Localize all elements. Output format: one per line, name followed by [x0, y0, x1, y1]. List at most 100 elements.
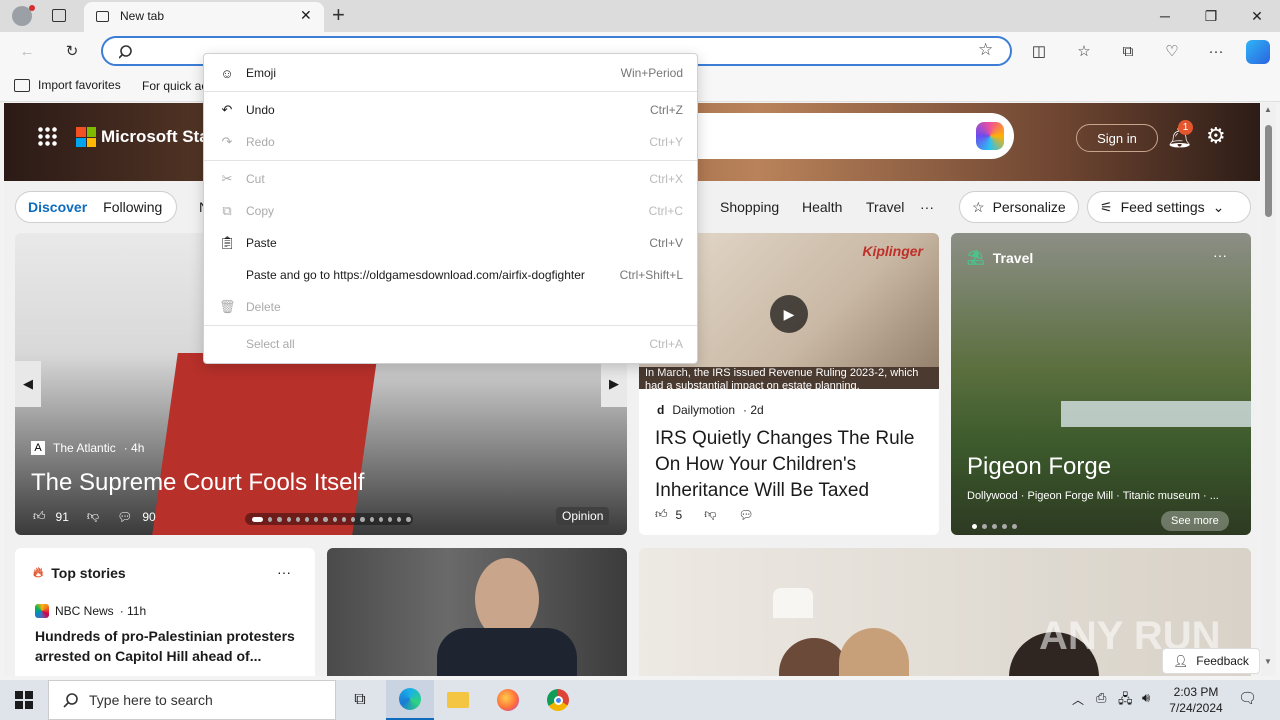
hero-image-art	[152, 353, 378, 535]
import-favorites-button[interactable]: Import favorites	[14, 78, 121, 92]
back-icon[interactable]: ←	[16, 40, 38, 62]
dislike-icon[interactable]: 👎︎	[87, 509, 99, 524]
taskbar-search[interactable]: Type here to search	[48, 680, 336, 720]
play-icon[interactable]: ▶	[770, 295, 808, 333]
menu-item-cut[interactable]: ✂ Cut Ctrl+X	[204, 165, 697, 193]
network-icon[interactable]: 🖧︎	[1118, 690, 1133, 712]
brand-name: Microsoft Star	[101, 127, 216, 146]
task-view-icon[interactable]: ⧉	[336, 680, 384, 720]
travel-card[interactable]: ⛱ Travel ··· Pigeon Forge Dollywood · Pi…	[951, 233, 1251, 535]
like-icon[interactable]: 👍︎	[33, 509, 46, 524]
nav-shopping[interactable]: Shopping	[720, 199, 779, 215]
dislike-icon[interactable]: 👎︎	[704, 507, 716, 522]
family-news-card[interactable]: ANY RUN	[639, 548, 1251, 676]
copy-icon: ⧉	[222, 203, 232, 218]
menu-label: Emoji	[246, 66, 277, 80]
new-tab-plus-icon[interactable]: +	[332, 2, 345, 28]
restore-icon[interactable]: ❐	[1188, 0, 1234, 32]
travel-label: ⛱ Travel	[967, 249, 1033, 266]
nav-travel[interactable]: Travel	[866, 199, 904, 215]
like-icon[interactable]: 👍︎	[655, 507, 668, 522]
card-more-icon[interactable]: ···	[1213, 247, 1227, 263]
file-explorer-icon[interactable]	[434, 680, 482, 720]
clipboard-icon: 📋︎	[219, 235, 236, 250]
lamp-shape	[773, 588, 813, 618]
tab-following[interactable]: Following	[99, 199, 166, 215]
menu-label: Redo	[246, 135, 275, 149]
carousel-dots[interactable]	[245, 513, 413, 525]
irs-caption: In March, the IRS issued Revenue Ruling …	[639, 367, 939, 389]
sign-in-button[interactable]: Sign in	[1076, 124, 1158, 152]
travel-icon: ⛱	[967, 249, 985, 265]
search-icon	[63, 693, 78, 708]
next-arrow-icon[interactable]: ▶	[601, 361, 627, 407]
copilot-logo-icon[interactable]	[976, 122, 1004, 150]
tab-new-tab[interactable]: New tab ✕	[84, 2, 324, 32]
travel-dots[interactable]	[969, 517, 1019, 532]
comment-icon[interactable]: 💬︎	[117, 510, 132, 524]
tab-title: New tab	[120, 9, 165, 23]
collections-icon[interactable]: ⧉	[1117, 40, 1139, 62]
menu-item-redo[interactable]: ↷ Redo Ctrl+Y	[204, 128, 697, 156]
favorite-star-icon[interactable]: ☆	[978, 40, 993, 60]
menu-item-select-all[interactable]: Select all Ctrl+A	[204, 330, 697, 358]
copilot-icon[interactable]	[1246, 40, 1270, 64]
politician-news-card[interactable]	[327, 548, 627, 676]
profile-alert-dot	[29, 5, 35, 11]
top-story-title[interactable]: Hundreds of pro-Palestinian protesters a…	[35, 626, 300, 666]
browser-essentials-icon[interactable]: ♡	[1161, 40, 1183, 62]
settings-gear-icon[interactable]: ⚙	[1206, 123, 1226, 149]
hero-title[interactable]: The Supreme Court Fools Itself	[31, 469, 364, 497]
close-window-icon[interactable]: ✕	[1234, 0, 1280, 32]
close-tab-icon[interactable]: ✕	[300, 7, 312, 24]
hero-age: · 4h	[123, 441, 145, 455]
more-menu-icon[interactable]: ···	[1205, 40, 1227, 62]
menu-shortcut: Ctrl+X	[649, 172, 683, 186]
menu-item-undo[interactable]: ↶ Undo Ctrl+Z	[204, 96, 697, 124]
menu-item-paste-and-go[interactable]: Paste and go to https://oldgamesdownload…	[204, 261, 697, 289]
top-stories-header: 🔥︎ Top stories	[33, 564, 126, 581]
nav-health[interactable]: Health	[802, 199, 842, 215]
comment-icon[interactable]: 💬︎	[738, 508, 753, 522]
edge-taskbar-icon[interactable]	[386, 680, 434, 720]
feed-settings-button[interactable]: ⚟ Feed settings ⌄	[1087, 191, 1251, 223]
apps-grid-icon[interactable]	[37, 126, 57, 146]
menu-item-delete[interactable]: 🗑︎ Delete	[204, 293, 697, 321]
comment-count: 90	[142, 509, 156, 524]
import-favorites-label: Import favorites	[38, 78, 121, 92]
volume-icon[interactable]: 🔊︎	[1142, 690, 1150, 706]
menu-item-copy[interactable]: ⧉ Copy Ctrl+C	[204, 197, 697, 225]
see-more-button[interactable]: See more	[1161, 511, 1229, 531]
scrollbar-thumb[interactable]	[1265, 125, 1272, 217]
feedback-button[interactable]: 👤︎ Feedback	[1162, 648, 1260, 674]
scroll-down-icon[interactable]: ▼	[1264, 657, 1272, 666]
chrome-icon[interactable]	[534, 680, 582, 720]
irs-title[interactable]: IRS Quietly Changes The Rule On How Your…	[655, 426, 930, 504]
sliders-icon: ⚟	[1100, 198, 1113, 215]
travel-title[interactable]: Pigeon Forge	[967, 453, 1111, 481]
notifications-icon[interactable]: 🗨︎	[1238, 689, 1257, 707]
page-scrollbar[interactable]: ▲ ▼	[1261, 103, 1276, 676]
card-more-icon[interactable]: ···	[277, 564, 291, 580]
windows-start-icon[interactable]	[0, 680, 48, 720]
irs-source: d Dailymotion · 2d	[657, 403, 764, 417]
split-screen-icon[interactable]: ◫	[1028, 40, 1050, 62]
personalize-button[interactable]: ☆ Personalize	[959, 191, 1079, 223]
scissors-icon: ✂	[221, 171, 233, 186]
menu-item-paste[interactable]: 📋︎ Paste Ctrl+V	[204, 229, 697, 257]
favorites-icon[interactable]: ☆	[1073, 40, 1095, 62]
refresh-icon[interactable]: ↻	[61, 40, 83, 62]
nav-more[interactable]: ···	[920, 199, 934, 215]
scroll-up-icon[interactable]: ▲	[1264, 105, 1272, 114]
tray-device-icon[interactable]: ⎙	[1096, 690, 1106, 706]
tray-chevron-icon[interactable]: ︿	[1072, 691, 1084, 708]
tab-actions-icon[interactable]	[52, 9, 66, 22]
minimize-icon[interactable]: ─	[1142, 0, 1188, 32]
menu-item-emoji[interactable]: ☺ Emoji Win+Period	[204, 59, 697, 87]
irs-source-name: Dailymotion	[672, 403, 736, 417]
clock[interactable]: 2:03 PM 7/24/2024	[1166, 684, 1226, 716]
prev-arrow-icon[interactable]: ◀	[15, 361, 41, 407]
firefox-icon[interactable]	[484, 680, 532, 720]
atlantic-logo-icon: A	[31, 441, 45, 455]
tab-discover[interactable]: Discover	[16, 199, 99, 215]
